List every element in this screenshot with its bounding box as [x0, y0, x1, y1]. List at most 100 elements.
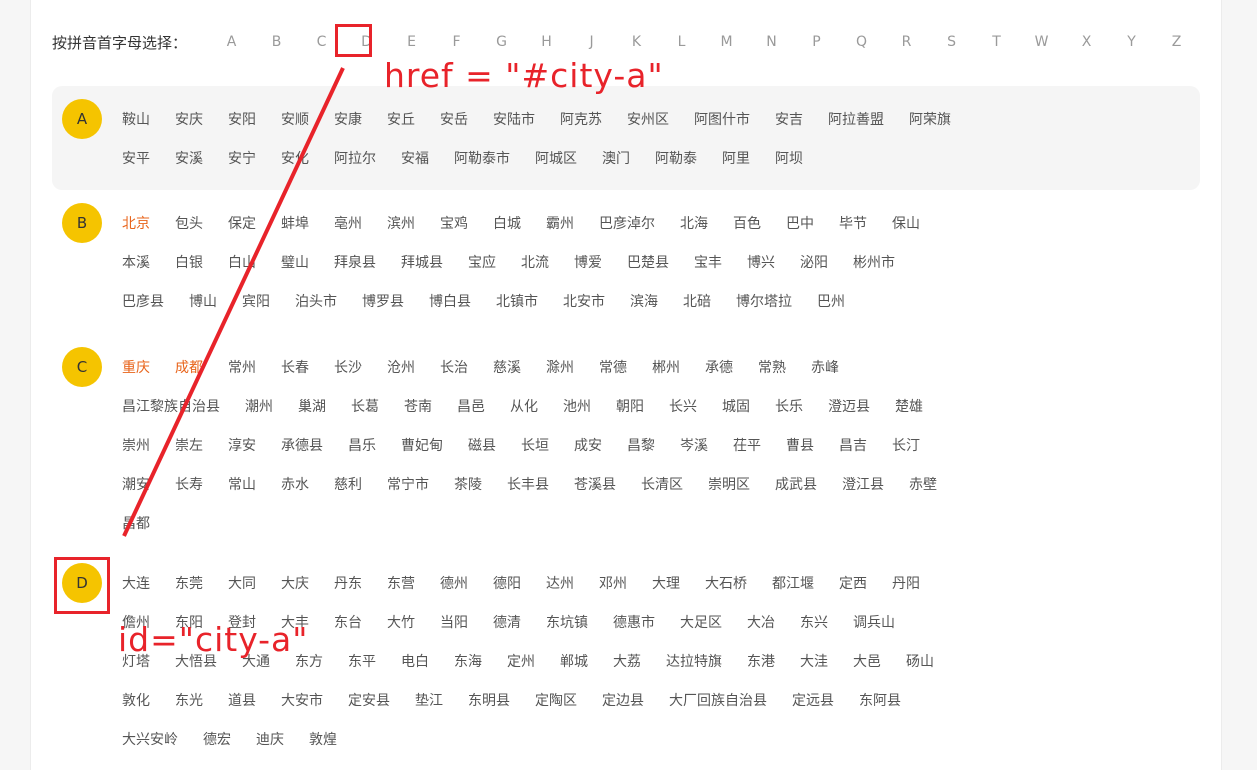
- city-link[interactable]: 登封: [228, 612, 256, 632]
- city-link[interactable]: 安福: [401, 148, 429, 168]
- city-link[interactable]: 成武县: [775, 474, 817, 494]
- city-link[interactable]: 东坑镇: [546, 612, 588, 632]
- city-link[interactable]: 阿拉善盟: [828, 109, 884, 129]
- city-link[interactable]: 大邑: [853, 651, 881, 671]
- city-link[interactable]: 毕节: [839, 213, 867, 233]
- city-link[interactable]: 达州: [546, 573, 574, 593]
- city-link[interactable]: 常州: [228, 357, 256, 377]
- city-link[interactable]: 昌邑: [457, 396, 485, 416]
- city-link[interactable]: 长乐: [775, 396, 803, 416]
- city-link[interactable]: 长清区: [641, 474, 683, 494]
- city-link[interactable]: 苍南: [404, 396, 432, 416]
- city-link[interactable]: 宝应: [468, 252, 496, 272]
- city-link[interactable]: 东莞: [175, 573, 203, 593]
- city-link[interactable]: 大悟县: [175, 651, 217, 671]
- city-link[interactable]: 沧州: [387, 357, 415, 377]
- letter-link-r[interactable]: R: [884, 34, 929, 50]
- letter-link-e[interactable]: E: [389, 34, 434, 50]
- city-link[interactable]: 常熟: [758, 357, 786, 377]
- city-link[interactable]: 阿里: [722, 148, 750, 168]
- city-link[interactable]: 潮安: [122, 474, 150, 494]
- city-link[interactable]: 赤壁: [909, 474, 937, 494]
- city-link[interactable]: 敦煌: [309, 729, 337, 749]
- city-link[interactable]: 北海: [680, 213, 708, 233]
- city-link[interactable]: 长垣: [521, 435, 549, 455]
- letter-link-l[interactable]: L: [659, 34, 704, 50]
- letter-link-n[interactable]: N: [749, 34, 794, 50]
- city-link[interactable]: 阿荣旗: [909, 109, 951, 129]
- city-link[interactable]: 赤水: [281, 474, 309, 494]
- city-link[interactable]: 安顺: [281, 109, 309, 129]
- city-link[interactable]: 拜城县: [401, 252, 443, 272]
- city-link[interactable]: 长丰县: [507, 474, 549, 494]
- city-link[interactable]: 德清: [493, 612, 521, 632]
- city-link[interactable]: 白银: [175, 252, 203, 272]
- city-link[interactable]: 东方: [295, 651, 323, 671]
- city-link[interactable]: 长葛: [351, 396, 379, 416]
- city-link[interactable]: 阿图什市: [694, 109, 750, 129]
- city-link[interactable]: 博罗县: [362, 291, 404, 311]
- city-link[interactable]: 朝阳: [616, 396, 644, 416]
- city-link[interactable]: 德宏: [203, 729, 231, 749]
- city-link[interactable]: 巴州: [817, 291, 845, 311]
- city-link[interactable]: 长寿: [175, 474, 203, 494]
- city-link[interactable]: 东兴: [800, 612, 828, 632]
- letter-link-m[interactable]: M: [704, 34, 749, 50]
- city-link[interactable]: 茌平: [733, 435, 761, 455]
- city-link[interactable]: 昌都: [122, 513, 150, 533]
- city-link[interactable]: 敦化: [122, 690, 150, 710]
- letter-link-k[interactable]: K: [614, 34, 659, 50]
- city-link[interactable]: 大厂回族自治县: [669, 690, 767, 710]
- city-link[interactable]: 昌黎: [627, 435, 655, 455]
- city-link[interactable]: 博兴: [747, 252, 775, 272]
- city-link[interactable]: 常山: [228, 474, 256, 494]
- city-link[interactable]: 大足区: [680, 612, 722, 632]
- city-link[interactable]: 慈利: [334, 474, 362, 494]
- city-link[interactable]: 安化: [281, 148, 309, 168]
- city-link[interactable]: 安陆市: [493, 109, 535, 129]
- city-link[interactable]: 承德: [705, 357, 733, 377]
- city-link[interactable]: 楚雄: [895, 396, 923, 416]
- city-link[interactable]: 曹妃甸: [401, 435, 443, 455]
- city-link[interactable]: 阿勒泰: [655, 148, 697, 168]
- city-link[interactable]: 德惠市: [613, 612, 655, 632]
- city-link[interactable]: 电白: [401, 651, 429, 671]
- city-link[interactable]: 长春: [281, 357, 309, 377]
- city-link[interactable]: 潮州: [245, 396, 273, 416]
- city-link[interactable]: 苍溪县: [574, 474, 616, 494]
- city-link[interactable]: 磁县: [468, 435, 496, 455]
- city-link[interactable]: 砀山: [906, 651, 934, 671]
- city-link[interactable]: 安州区: [627, 109, 669, 129]
- letter-link-w[interactable]: W: [1019, 34, 1064, 50]
- letter-link-c[interactable]: C: [299, 34, 344, 50]
- city-link[interactable]: 曹县: [786, 435, 814, 455]
- letter-link-x[interactable]: X: [1064, 34, 1109, 50]
- city-link[interactable]: 定陶区: [535, 690, 577, 710]
- city-link[interactable]: 东营: [387, 573, 415, 593]
- city-link[interactable]: 安平: [122, 148, 150, 168]
- city-link[interactable]: 东港: [747, 651, 775, 671]
- city-link[interactable]: 定远县: [792, 690, 834, 710]
- city-link[interactable]: 百色: [733, 213, 761, 233]
- city-link[interactable]: 池州: [563, 396, 591, 416]
- city-link[interactable]: 鞍山: [122, 109, 150, 129]
- city-link[interactable]: 大洼: [800, 651, 828, 671]
- city-link[interactable]: 巴彦县: [122, 291, 164, 311]
- city-link[interactable]: 白城: [493, 213, 521, 233]
- city-link[interactable]: 北安市: [563, 291, 605, 311]
- city-link[interactable]: 德州: [440, 573, 468, 593]
- city-link[interactable]: 北镇市: [496, 291, 538, 311]
- city-link[interactable]: 大冶: [747, 612, 775, 632]
- city-link[interactable]: 宝鸡: [440, 213, 468, 233]
- city-link[interactable]: 保定: [228, 213, 256, 233]
- city-link[interactable]: 成安: [574, 435, 602, 455]
- city-link[interactable]: 从化: [510, 396, 538, 416]
- city-link[interactable]: 大安市: [281, 690, 323, 710]
- letter-link-a[interactable]: A: [209, 34, 254, 50]
- city-link[interactable]: 泌阳: [800, 252, 828, 272]
- city-link[interactable]: 邓州: [599, 573, 627, 593]
- city-link[interactable]: 拜泉县: [334, 252, 376, 272]
- city-link[interactable]: 安丘: [387, 109, 415, 129]
- city-link[interactable]: 德阳: [493, 573, 521, 593]
- city-link[interactable]: 丹阳: [892, 573, 920, 593]
